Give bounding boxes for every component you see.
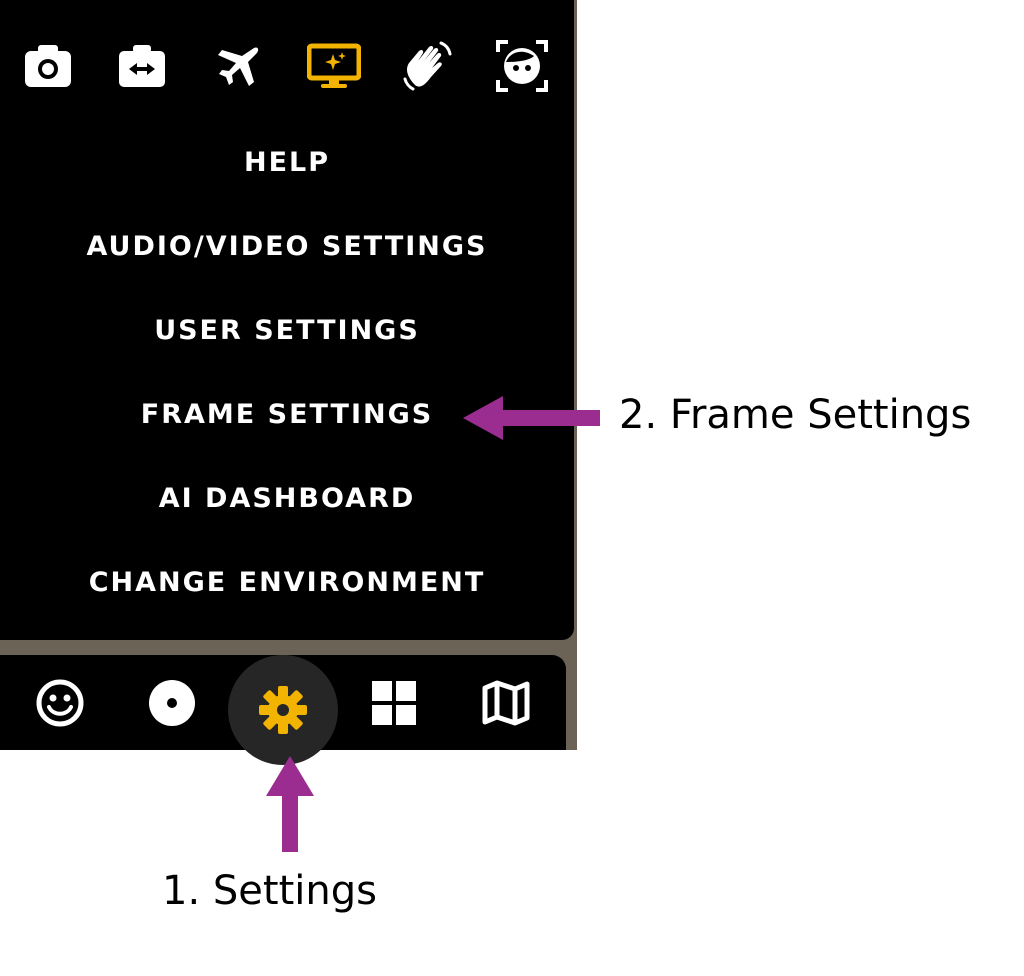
smiley-icon[interactable] <box>22 665 98 741</box>
camera-icon[interactable] <box>18 36 78 96</box>
gear-icon[interactable] <box>228 655 338 765</box>
frame-settings-callout: 2. Frame Settings <box>619 392 972 438</box>
map-icon[interactable] <box>468 665 544 741</box>
resize-frame-icon[interactable] <box>112 36 172 96</box>
grid-icon[interactable] <box>356 665 432 741</box>
menu-item-user-settings[interactable]: USER SETTINGS <box>0 288 574 372</box>
wave-hand-icon[interactable] <box>398 36 458 96</box>
screenshot-stage: HELP AUDIO/VIDEO SETTINGS USER SETTINGS … <box>0 0 1024 976</box>
airplane-icon[interactable] <box>208 36 268 96</box>
settings-menu-panel: HELP AUDIO/VIDEO SETTINGS USER SETTINGS … <box>0 0 574 640</box>
menu-item-help[interactable]: HELP <box>0 120 574 204</box>
menu-item-ai-dashboard[interactable]: AI DASHBOARD <box>0 456 574 540</box>
settings-arrow <box>266 756 314 852</box>
face-scan-icon[interactable] <box>492 36 552 96</box>
menu-item-change-environment[interactable]: CHANGE ENVIRONMENT <box>0 540 574 624</box>
bottom-toolbar <box>0 655 566 765</box>
screen-share-icon[interactable] <box>304 36 364 96</box>
frame-settings-arrow <box>463 396 600 440</box>
record-icon[interactable] <box>134 665 210 741</box>
settings-callout: 1. Settings <box>162 868 377 914</box>
quick-actions-row <box>18 36 558 96</box>
menu-item-audio-video-settings[interactable]: AUDIO/VIDEO SETTINGS <box>0 204 574 288</box>
settings-menu-list: HELP AUDIO/VIDEO SETTINGS USER SETTINGS … <box>0 120 574 624</box>
